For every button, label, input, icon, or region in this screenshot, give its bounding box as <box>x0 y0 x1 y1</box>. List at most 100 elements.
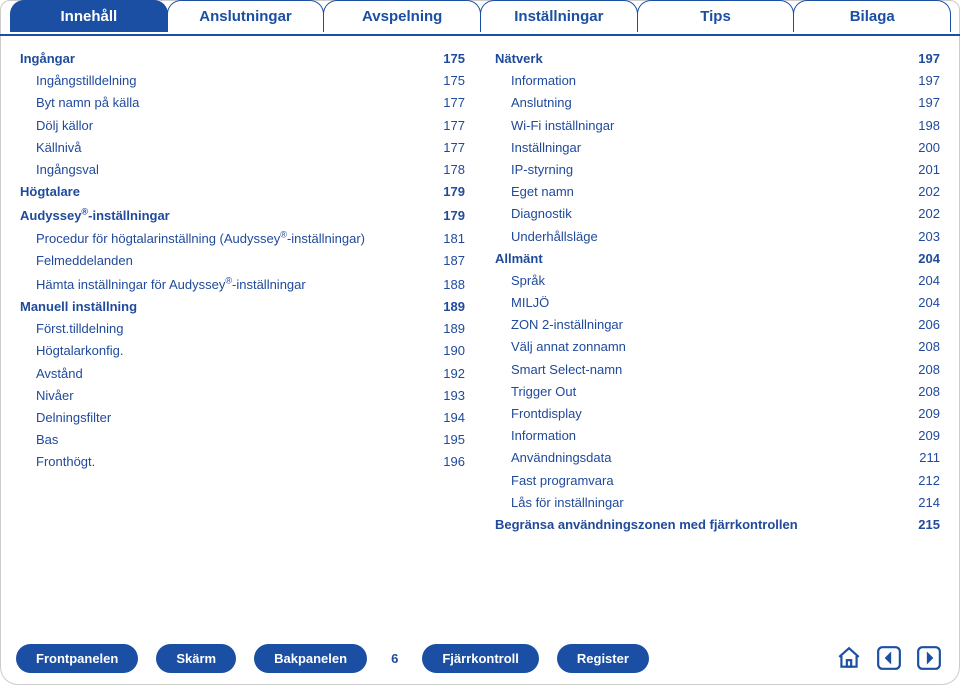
toc-content: Ingångar175Ingångstilldelning175Byt namn… <box>0 36 960 536</box>
toc-page: 192 <box>443 365 465 383</box>
toc-row[interactable]: Dölj källor177 <box>20 115 465 137</box>
toc-label: Procedur för högtalarinställning (Audyss… <box>20 229 365 249</box>
toc-page: 197 <box>918 94 940 112</box>
toc-row[interactable]: Anslutning197 <box>495 92 940 114</box>
toc-page: 189 <box>443 320 465 338</box>
toc-label: ZON 2-inställningar <box>495 316 623 334</box>
toc-row[interactable]: Procedur för högtalarinställning (Audyss… <box>20 227 465 251</box>
footer-button-register[interactable]: Register <box>557 644 649 673</box>
next-page-icon[interactable] <box>914 643 944 673</box>
toc-row[interactable]: Hämta inställningar för Audyssey®-instäl… <box>20 273 465 297</box>
toc-page: 193 <box>443 387 465 405</box>
toc-row[interactable]: Nivåer193 <box>20 385 465 407</box>
toc-row[interactable]: Trigger Out208 <box>495 381 940 403</box>
toc-row[interactable]: MILJÖ204 <box>495 292 940 314</box>
toc-page: 179 <box>443 183 465 201</box>
toc-row[interactable]: Källnivå 177 <box>20 137 465 159</box>
tab-innehåll[interactable]: Innehåll <box>10 0 168 32</box>
toc-row[interactable]: Underhållsläge203 <box>495 226 940 248</box>
toc-label: MILJÖ <box>495 294 549 312</box>
toc-row[interactable]: Fronthögt.196 <box>20 451 465 473</box>
toc-row[interactable]: Delningsfilter194 <box>20 407 465 429</box>
toc-row[interactable]: Information209 <box>495 425 940 447</box>
toc-label: Inställningar <box>495 139 581 157</box>
toc-row[interactable]: Fast programvara 212 <box>495 470 940 492</box>
toc-page: 204 <box>918 250 940 268</box>
toc-page: 194 <box>443 409 465 427</box>
toc-row[interactable]: Ingångsval178 <box>20 159 465 181</box>
tab-avspelning[interactable]: Avspelning <box>323 0 481 32</box>
footer-mid-group: Fjärrkontroll Register <box>422 644 649 673</box>
toc-page: 196 <box>443 453 465 471</box>
toc-label: Diagnostik <box>495 205 572 223</box>
toc-page: 211 <box>919 449 940 467</box>
toc-row[interactable]: Wi-Fi inställningar198 <box>495 115 940 137</box>
toc-label: Audyssey®-inställningar <box>20 205 170 225</box>
tab-inställningar[interactable]: Inställningar <box>480 0 638 32</box>
prev-page-icon[interactable] <box>874 643 904 673</box>
toc-page: 209 <box>918 427 940 445</box>
toc-label: Först.tilldelning <box>20 320 123 338</box>
toc-label: Ingångar <box>20 50 75 68</box>
toc-row[interactable]: ZON 2-inställningar206 <box>495 314 940 336</box>
toc-label: Byt namn på källa <box>20 94 139 112</box>
home-icon[interactable] <box>834 643 864 673</box>
toc-row[interactable]: Nätverk197 <box>495 48 940 70</box>
toc-row[interactable]: Avstånd192 <box>20 363 465 385</box>
toc-page: 195 <box>443 431 465 449</box>
toc-page: 212 <box>918 472 940 490</box>
toc-row[interactable]: Inställningar200 <box>495 137 940 159</box>
toc-row[interactable]: Först.tilldelning 189 <box>20 318 465 340</box>
tab-bilaga[interactable]: Bilaga <box>793 0 951 32</box>
toc-label: Välj annat zonnamn <box>495 338 626 356</box>
footer-button-fjärrkontroll[interactable]: Fjärrkontroll <box>422 644 539 673</box>
toc-row[interactable]: Högtalarkonfig.190 <box>20 340 465 362</box>
toc-row[interactable]: Ingångstilldelning175 <box>20 70 465 92</box>
toc-page: 177 <box>443 94 465 112</box>
toc-row[interactable]: Ingångar175 <box>20 48 465 70</box>
toc-row[interactable]: Välj annat zonnamn208 <box>495 336 940 358</box>
toc-row[interactable]: Språk204 <box>495 270 940 292</box>
toc-label: Källnivå <box>20 139 82 157</box>
toc-row[interactable]: Manuell inställning 189 <box>20 296 465 318</box>
toc-row[interactable]: Högtalare 179 <box>20 181 465 203</box>
toc-row[interactable]: Felmeddelanden 187 <box>20 250 465 272</box>
toc-label: Dölj källor <box>20 117 93 135</box>
toc-label: Eget namn <box>495 183 574 201</box>
toc-row[interactable]: Användningsdata211 <box>495 447 940 469</box>
toc-row[interactable]: Lås för inställningar214 <box>495 492 940 514</box>
toc-row[interactable]: IP-styrning201 <box>495 159 940 181</box>
toc-row[interactable]: Allmänt 204 <box>495 248 940 270</box>
toc-row[interactable]: Diagnostik 202 <box>495 203 940 225</box>
page-number: 6 <box>385 651 404 666</box>
toc-row[interactable]: Information197 <box>495 70 940 92</box>
toc-label: Språk <box>495 272 545 290</box>
toc-label: Fast programvara <box>495 472 614 490</box>
toc-label: Frontdisplay <box>495 405 582 423</box>
toc-label: Manuell inställning <box>20 298 137 316</box>
toc-page: 203 <box>918 228 940 246</box>
tab-anslutningar[interactable]: Anslutningar <box>167 0 325 32</box>
footer-button-skärm[interactable]: Skärm <box>156 644 236 673</box>
toc-label: Ingångstilldelning <box>20 72 136 90</box>
toc-label: Högtalare <box>20 183 80 201</box>
toc-page: 181 <box>443 230 465 248</box>
toc-page: 189 <box>443 298 465 316</box>
toc-row[interactable]: Bas195 <box>20 429 465 451</box>
tabs-underline <box>0 34 960 36</box>
toc-row[interactable]: Frontdisplay209 <box>495 403 940 425</box>
toc-row[interactable]: Eget namn202 <box>495 181 940 203</box>
toc-row[interactable]: Begränsa användningszonen med fjärrkontr… <box>495 514 940 536</box>
tab-tips[interactable]: Tips <box>637 0 795 32</box>
toc-label: Felmeddelanden <box>20 252 133 270</box>
toc-row[interactable]: Audyssey®-inställningar179 <box>20 203 465 227</box>
toc-row[interactable]: Byt namn på källa 177 <box>20 92 465 114</box>
toc-row[interactable]: Smart Select-namn208 <box>495 359 940 381</box>
toc-page: 208 <box>918 361 940 379</box>
footer-button-frontpanelen[interactable]: Frontpanelen <box>16 644 138 673</box>
footer-button-bakpanelen[interactable]: Bakpanelen <box>254 644 367 673</box>
toc-label: Allmänt <box>495 250 543 268</box>
toc-page: 177 <box>443 139 465 157</box>
toc-page: 202 <box>918 205 940 223</box>
toc-page: 187 <box>443 252 465 270</box>
